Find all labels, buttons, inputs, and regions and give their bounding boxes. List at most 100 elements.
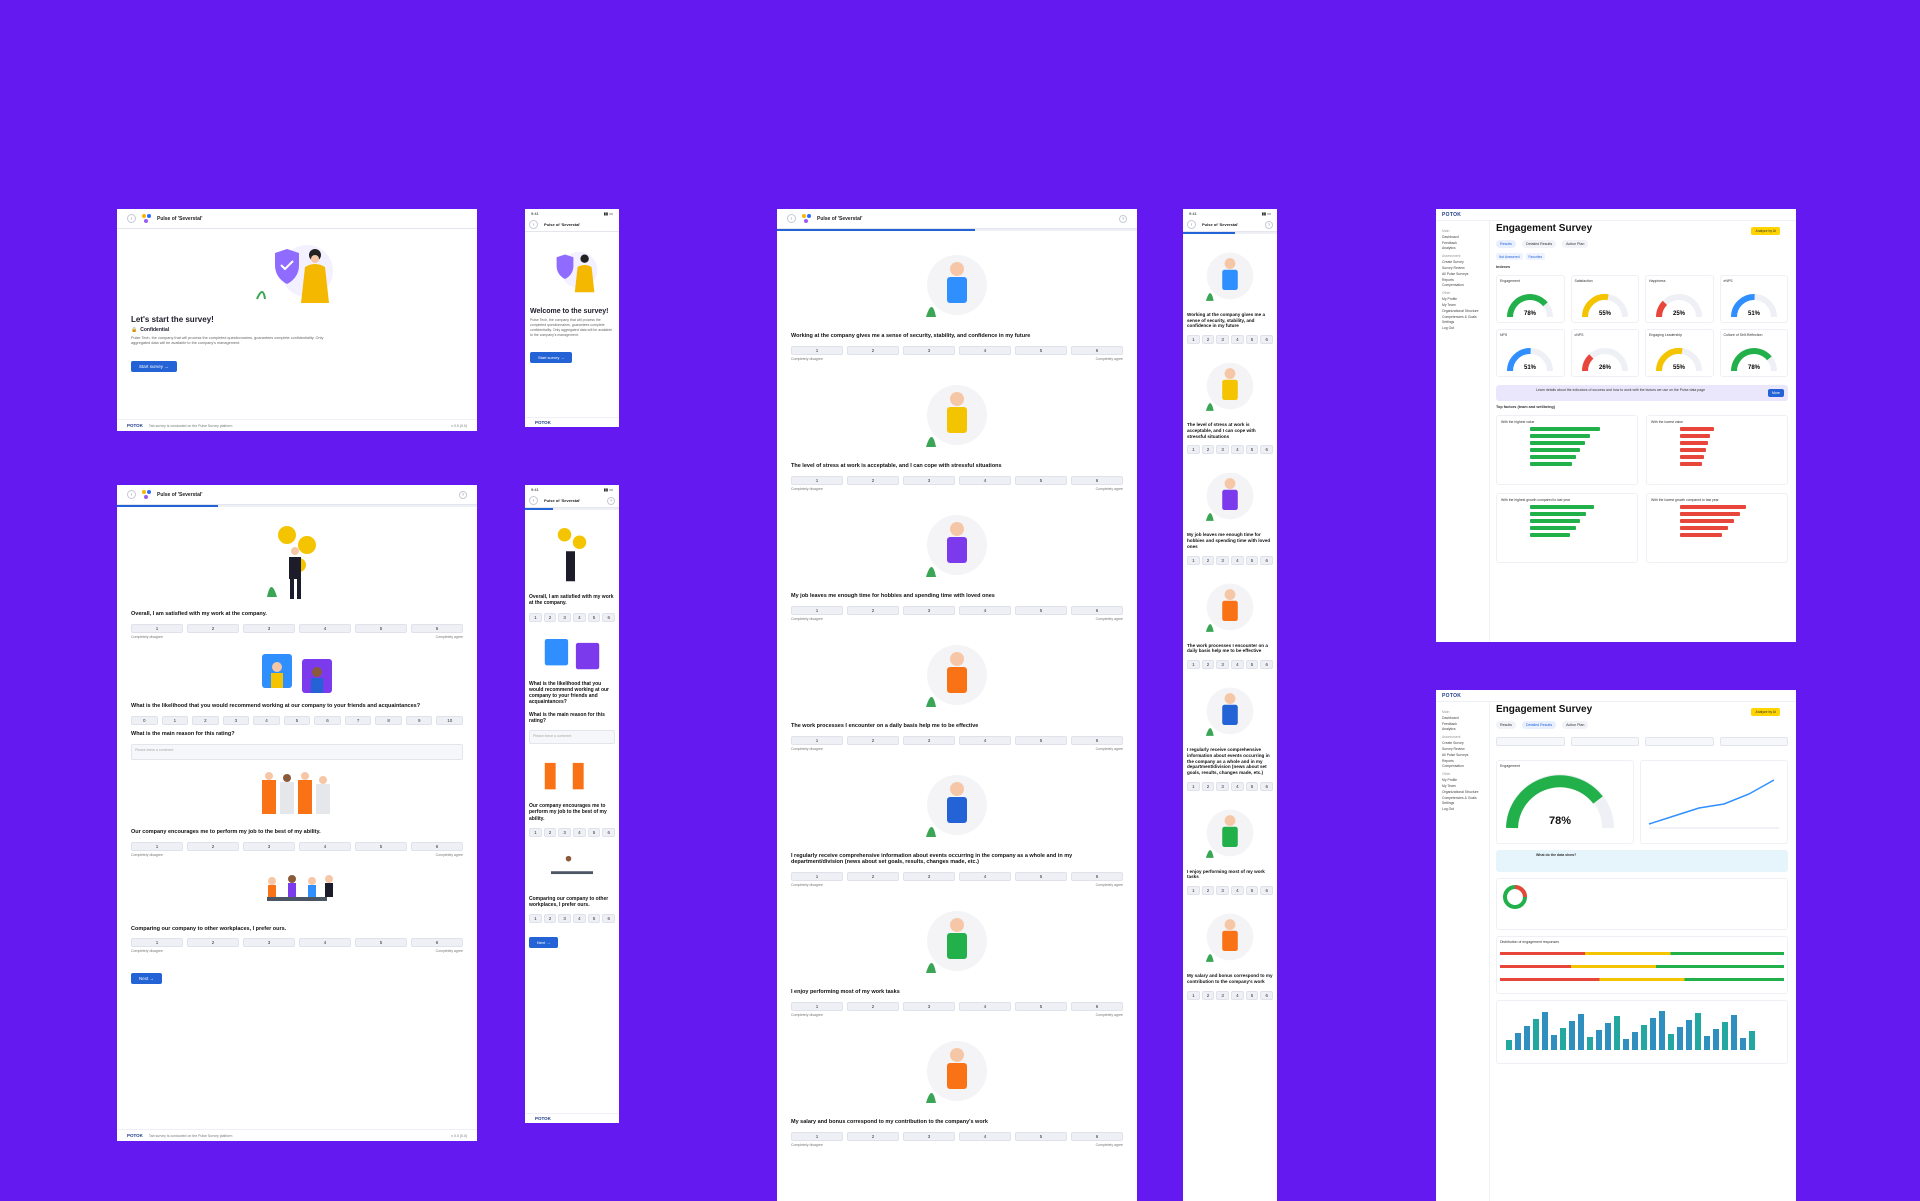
sidebar-item[interactable]: Log Out <box>1442 807 1483 811</box>
start-survey-button[interactable]: Start survey → <box>131 360 177 372</box>
scale-option[interactable]: 3 <box>903 1132 955 1141</box>
sidebar-item[interactable]: All Pulse Surveys <box>1442 753 1483 757</box>
filter-select[interactable] <box>1496 737 1565 746</box>
scale-option[interactable]: 3 <box>243 938 295 948</box>
scale-option[interactable]: 1 <box>791 605 843 615</box>
scale-option[interactable]: 3 <box>903 475 955 485</box>
scale-option[interactable]: 6 <box>602 612 616 622</box>
back-icon[interactable]: ‹ <box>529 220 538 229</box>
scale-option[interactable]: 6 <box>411 841 463 851</box>
scale-option[interactable]: 1 <box>1187 445 1200 455</box>
scale-option[interactable]: 6 <box>1260 445 1274 455</box>
back-icon[interactable]: ‹ <box>127 490 136 499</box>
scale-option[interactable]: 3 <box>558 612 572 622</box>
scale-option[interactable]: 1 <box>131 623 183 633</box>
sidebar-item[interactable]: My Team <box>1442 303 1483 307</box>
scale-option[interactable]: 3 <box>903 735 955 745</box>
scale-option[interactable]: 6 <box>1260 781 1274 791</box>
scale-option[interactable]: 5 <box>1245 886 1259 896</box>
scale-option[interactable]: 1 <box>1187 555 1200 565</box>
scale-option[interactable]: 5 <box>587 914 601 924</box>
scale-option[interactable]: 2 <box>847 1132 899 1141</box>
scale-option[interactable]: 6 <box>314 715 341 725</box>
sidebar-item[interactable]: Assessment <box>1442 735 1483 739</box>
scale-option[interactable]: 6 <box>602 914 616 924</box>
scale-option[interactable]: 5 <box>1015 872 1067 882</box>
scale-option[interactable]: 6 <box>1071 475 1123 485</box>
scale-option[interactable]: 2 <box>1201 886 1215 896</box>
sidebar-item[interactable]: Other <box>1442 772 1483 776</box>
sidebar-item[interactable]: Competencies & Goals <box>1442 796 1483 800</box>
filter-select[interactable] <box>1570 737 1639 746</box>
scale-option[interactable]: 2 <box>1201 781 1215 791</box>
sidebar-item[interactable]: Reports <box>1442 759 1483 763</box>
scale-option[interactable]: 5 <box>587 827 601 837</box>
scale-option[interactable]: 6 <box>1071 1132 1123 1141</box>
tab[interactable]: Action Plan <box>1562 240 1589 248</box>
scale-option[interactable]: 5 <box>1245 990 1259 1000</box>
scale-option[interactable]: 6 <box>1071 605 1123 615</box>
scale-option[interactable]: 2 <box>192 715 219 725</box>
sidebar-item[interactable]: Compensation <box>1442 764 1483 768</box>
sidebar-item[interactable]: Main <box>1442 710 1483 714</box>
scale-option[interactable]: 1 <box>791 1002 843 1012</box>
scale-option[interactable]: 1 <box>131 841 183 851</box>
scale-option[interactable]: 6 <box>1071 872 1123 882</box>
sidebar-item[interactable]: Feedback <box>1442 722 1483 726</box>
scale-option[interactable]: 4 <box>299 623 351 633</box>
scale-option[interactable]: 4 <box>1231 886 1244 896</box>
scale-option[interactable]: 6 <box>1260 555 1274 565</box>
next-button[interactable]: Next → <box>529 937 559 949</box>
scale-option[interactable]: 3 <box>1216 555 1230 565</box>
sidebar-item[interactable]: Organizational Structure <box>1442 309 1483 313</box>
scale-option[interactable]: 6 <box>1260 886 1274 896</box>
scale-option[interactable]: 2 <box>543 914 557 924</box>
scale-option[interactable]: 3 <box>558 827 572 837</box>
scale-option[interactable]: 2 <box>847 872 899 882</box>
help-icon[interactable]: ? <box>607 496 615 505</box>
sidebar-item[interactable]: Create Survey <box>1442 260 1483 264</box>
scale-option[interactable]: 6 <box>602 827 616 837</box>
scale-option[interactable]: 1 <box>529 612 542 622</box>
scale-option[interactable]: 2 <box>1201 335 1215 345</box>
sidebar-item[interactable]: My Profile <box>1442 297 1483 301</box>
scale-option[interactable]: 3 <box>1216 990 1230 1000</box>
scale-option[interactable]: 4 <box>573 612 586 622</box>
filter-select[interactable] <box>1719 737 1788 746</box>
scale-option[interactable]: 2 <box>187 938 239 948</box>
sidebar-item[interactable]: Settings <box>1442 320 1483 324</box>
scale-option[interactable]: 1 <box>791 735 843 745</box>
sidebar-item[interactable]: Organizational Structure <box>1442 790 1483 794</box>
sidebar-item[interactable]: Analytics <box>1442 246 1483 250</box>
help-icon[interactable]: ? <box>459 490 467 499</box>
sidebar-item[interactable]: Dashboard <box>1442 235 1483 239</box>
scale-option[interactable]: 2 <box>847 475 899 485</box>
scale-option[interactable]: 6 <box>411 938 463 948</box>
back-icon[interactable]: ‹ <box>529 496 538 505</box>
scale-option[interactable]: 4 <box>1231 660 1244 670</box>
scale-option[interactable]: 3 <box>1216 445 1230 455</box>
scale-option[interactable]: 3 <box>903 605 955 615</box>
ai-button[interactable]: Analyze by AI <box>1751 708 1780 716</box>
scale-option[interactable]: 1 <box>1187 335 1200 345</box>
sidebar-item[interactable]: All Pulse Surveys <box>1442 272 1483 276</box>
help-icon[interactable]: ? <box>1119 214 1127 223</box>
scale-option[interactable]: 6 <box>1260 335 1274 345</box>
sidebar-item[interactable]: Assessment <box>1442 254 1483 258</box>
scale-option[interactable]: 1 <box>1187 660 1200 670</box>
start-survey-button[interactable]: Start survey → <box>530 351 573 363</box>
filter-select[interactable] <box>1645 737 1714 746</box>
back-icon[interactable]: ‹ <box>1187 220 1196 229</box>
sidebar-item[interactable]: Log Out <box>1442 326 1483 330</box>
scale-option[interactable]: 1 <box>791 872 843 882</box>
scale-option[interactable]: 3 <box>1216 886 1230 896</box>
scale-option[interactable]: 2 <box>1201 445 1215 455</box>
tab[interactable]: Results <box>1496 240 1516 248</box>
sidebar-item[interactable]: Survey Review <box>1442 747 1483 751</box>
scale-option[interactable]: 4 <box>573 914 586 924</box>
scale-option[interactable]: 8 <box>375 715 402 725</box>
sidebar-item[interactable]: Feedback <box>1442 241 1483 245</box>
scale-option[interactable]: 5 <box>1015 735 1067 745</box>
scale-option[interactable]: 5 <box>1245 660 1259 670</box>
filter-pill[interactable]: Favorites <box>1525 253 1546 260</box>
